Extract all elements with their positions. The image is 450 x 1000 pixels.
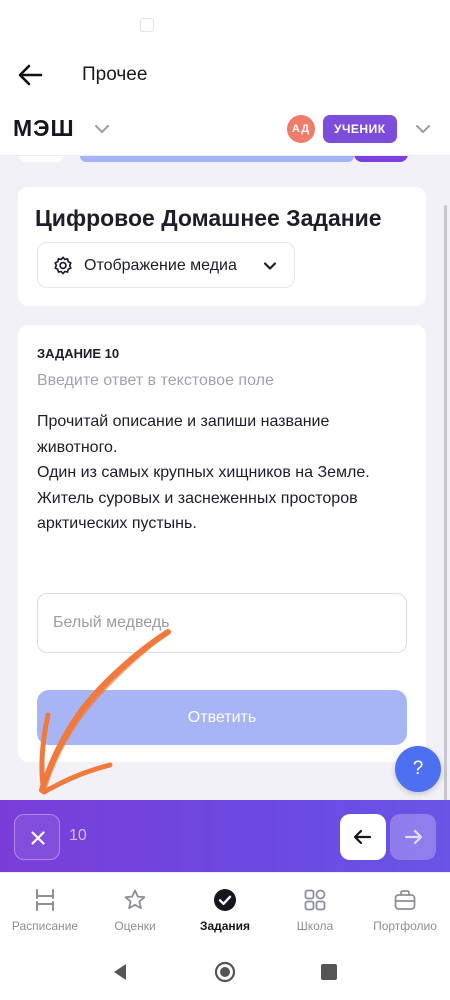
schedule-icon: [36, 889, 54, 911]
grid-icon: [304, 889, 326, 911]
task-tiles-strip: [0, 156, 450, 168]
arrow-left-icon: [353, 829, 372, 845]
app-logo[interactable]: МЭШ: [13, 115, 75, 142]
tab-grades[interactable]: Оценки: [90, 873, 180, 941]
current-task-number: 10: [69, 827, 87, 844]
tab-label: Расписание: [11, 919, 79, 933]
task-description-line: арктических пустынь.: [37, 515, 197, 532]
previous-task-button[interactable]: [340, 814, 386, 860]
tab-label: Оценки: [114, 919, 156, 933]
task-description-line: Прочитай описание и запиши название: [37, 413, 330, 430]
page-title: Прочее: [82, 64, 148, 85]
tab-school[interactable]: Школа: [270, 873, 360, 941]
tab-label: Школа: [296, 919, 334, 933]
task-tile[interactable]: [18, 156, 64, 162]
bottom-tab-bar: Расписание Оценки Задания Школа Портфоли…: [0, 872, 450, 940]
tab-portfolio[interactable]: Портфолио: [360, 873, 450, 941]
media-display-button[interactable]: Отображение медиа: [37, 242, 295, 288]
brand-bar: МЭШ АД УЧЕНИК: [0, 100, 450, 156]
system-nav-bar: [0, 940, 450, 1000]
tab-assignments[interactable]: Задания: [180, 873, 270, 941]
task-description-line: животного.: [37, 438, 118, 456]
home-circle-icon[interactable]: [214, 961, 236, 983]
task-description-line: Один из самых крупных хищников на Земле.: [37, 464, 370, 481]
briefcase-icon: [394, 890, 416, 910]
tab-label: Задания: [199, 919, 251, 933]
status-bar: [0, 0, 450, 50]
next-task-button[interactable]: [390, 814, 436, 860]
task-tile-current[interactable]: [354, 156, 408, 162]
assignment-title: Цифровое Домашнее Задание: [35, 205, 382, 231]
status-icon: [140, 18, 154, 32]
chevron-down-icon: [263, 262, 277, 270]
avatar[interactable]: АД: [287, 115, 315, 143]
chevron-down-icon[interactable]: [413, 119, 433, 139]
chevron-down-icon[interactable]: [92, 119, 112, 139]
check-circle-icon: [214, 889, 236, 911]
tab-label: Портфолио: [373, 919, 437, 933]
arrow-right-icon: [404, 829, 423, 845]
back-button[interactable]: [16, 62, 44, 88]
gear-icon: [54, 256, 72, 275]
role-badge[interactable]: УЧЕНИК: [323, 115, 397, 143]
close-button[interactable]: [14, 814, 60, 860]
task-description: Прочитай описание и запиши название живо…: [37, 409, 407, 537]
close-icon: [31, 831, 45, 845]
task-navigation-bar: 10: [0, 800, 450, 872]
task-description-line: Житель суровых и заснеженных просторов: [37, 489, 358, 507]
help-button[interactable]: ?: [395, 746, 441, 792]
back-triangle-icon[interactable]: [110, 962, 130, 982]
submit-button[interactable]: Ответить: [37, 690, 407, 745]
scrollbar[interactable]: [444, 205, 447, 805]
answer-input[interactable]: [37, 593, 407, 653]
tab-schedule[interactable]: Расписание: [0, 873, 90, 941]
star-icon: [124, 889, 146, 910]
recents-square-icon[interactable]: [320, 963, 338, 981]
arrow-left-icon: [18, 64, 43, 86]
task-number-label: ЗАДАНИЕ 10: [37, 346, 120, 361]
task-tiles-group[interactable]: [80, 156, 354, 162]
task-hint: Введите ответ в текстовое поле: [37, 372, 274, 389]
media-display-label: Отображение медиа: [84, 257, 237, 274]
app-header: Прочее: [0, 50, 450, 100]
